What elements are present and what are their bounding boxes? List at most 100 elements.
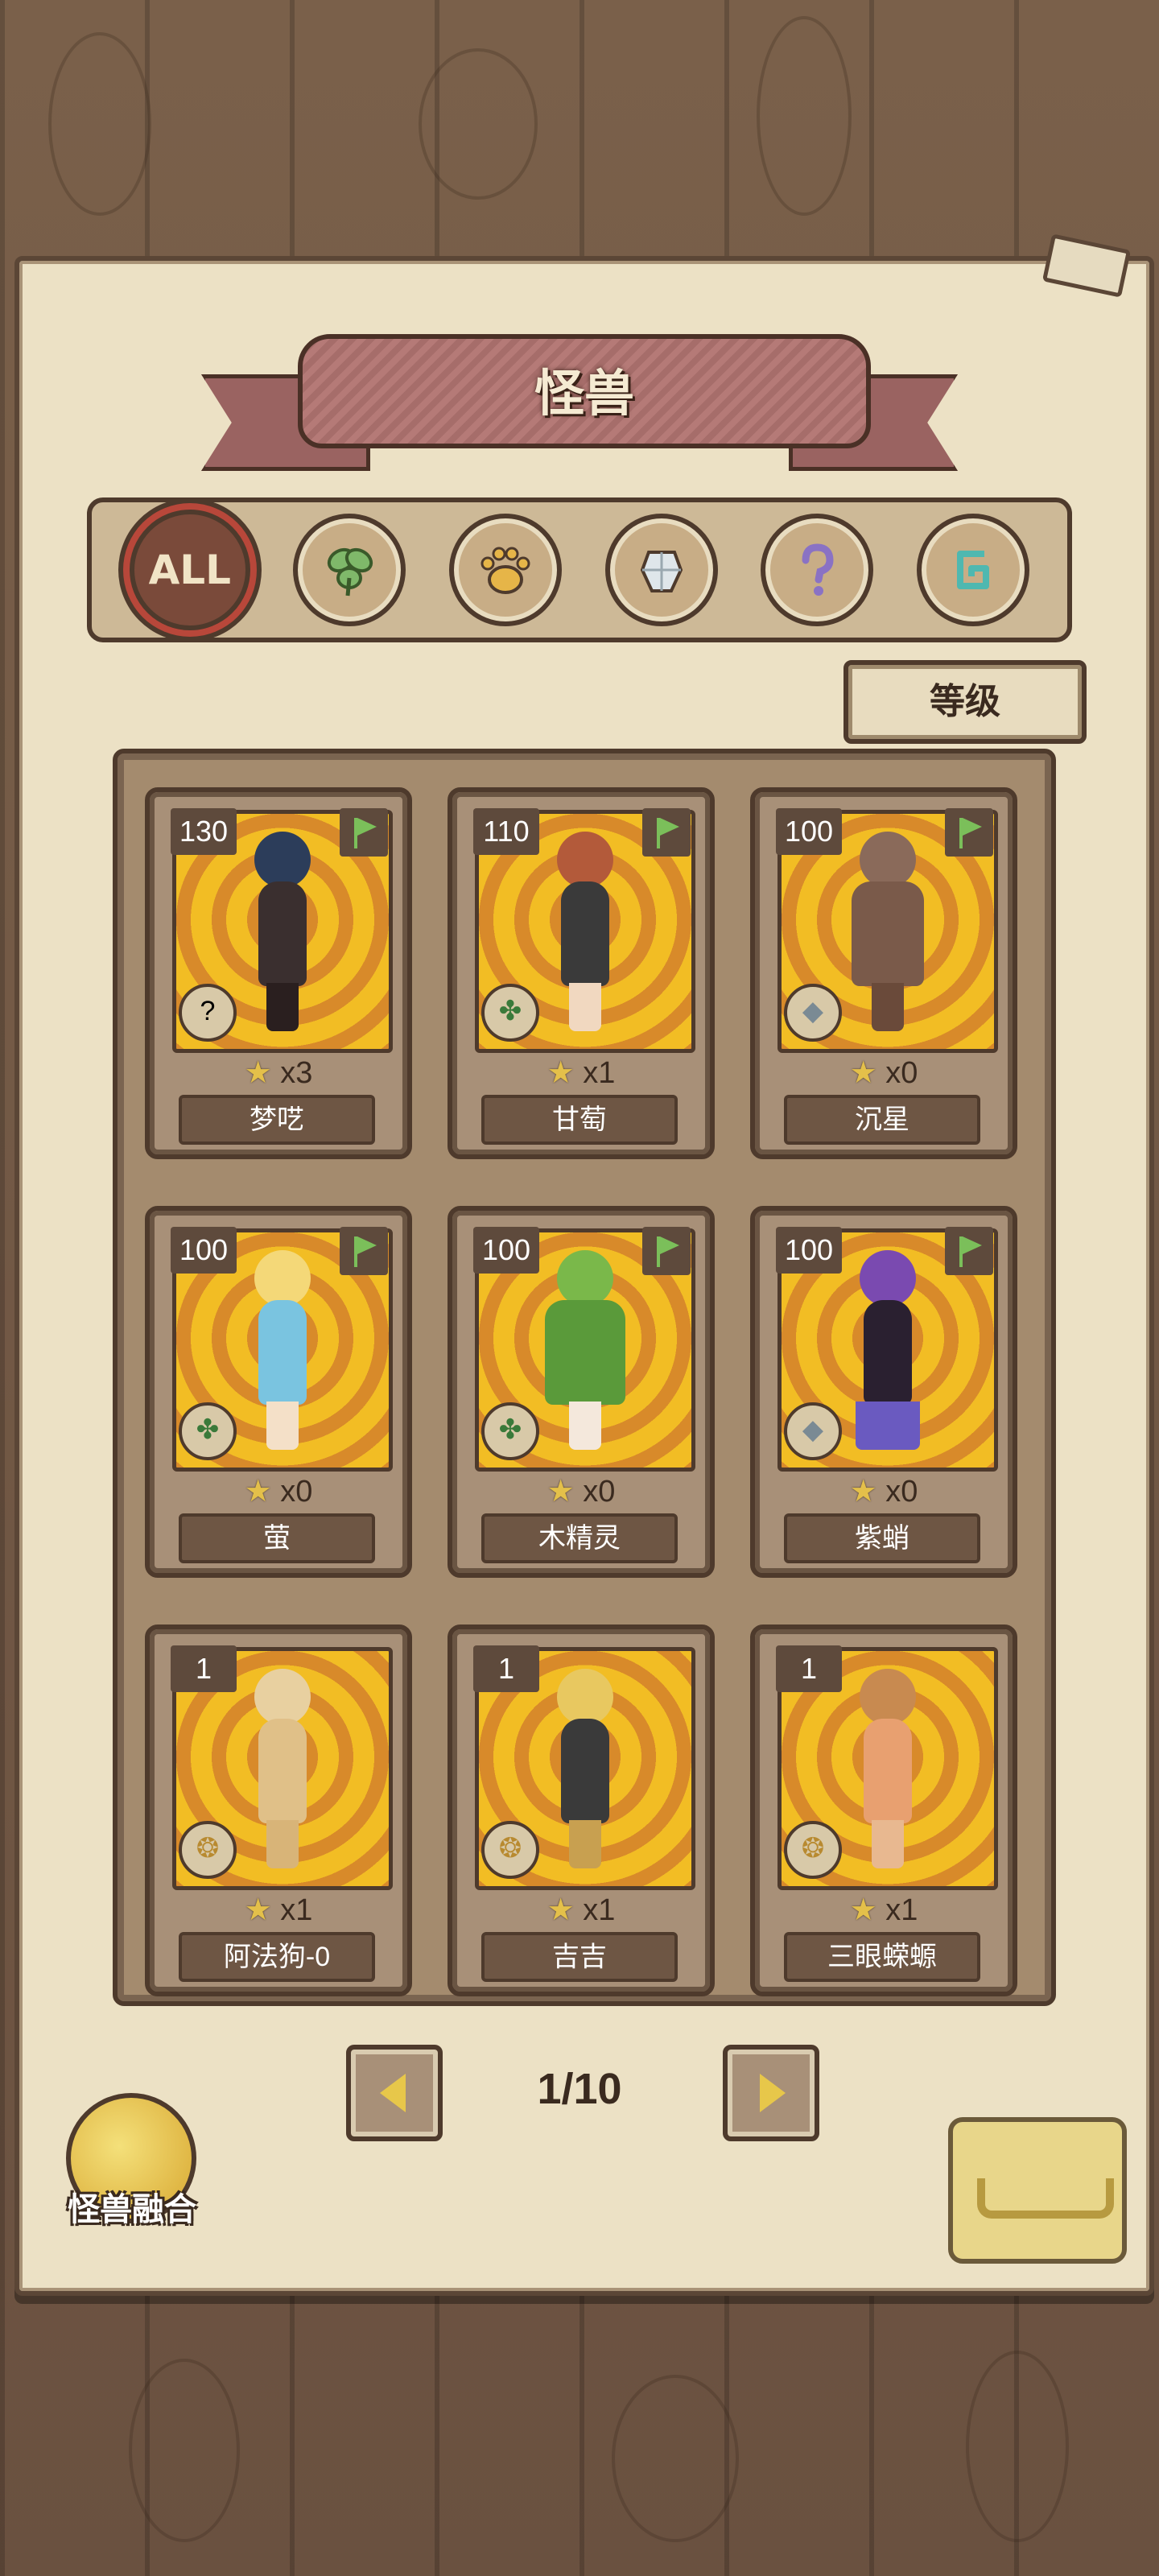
star-count-value: x3 (280, 1056, 313, 1090)
monster-name: 三眼蝾螈 (784, 1932, 980, 1982)
star-icon: ★ (547, 1893, 575, 1927)
monster-name: 吉吉 (481, 1932, 678, 1982)
leaf-icon (328, 547, 373, 597)
arrow-left-icon (380, 2074, 406, 2112)
next-page-button[interactable] (723, 2045, 819, 2141)
star-count: ★ x1 (755, 1892, 1013, 1928)
figure-body (545, 1300, 625, 1405)
figure-legs (569, 1402, 601, 1450)
page-title: 怪兽 (534, 366, 634, 422)
prev-page-button[interactable] (346, 2045, 443, 2141)
filter-mineral-button[interactable] (604, 514, 718, 626)
spiral-icon (957, 551, 990, 589)
arrow-right-icon (760, 2074, 786, 2112)
monster-name: 沉星 (784, 1095, 980, 1145)
star-count-value: x1 (583, 1056, 616, 1090)
figure-body (864, 1719, 912, 1823)
star-count: ★ x0 (150, 1473, 407, 1509)
filter-plant-button[interactable] (293, 514, 406, 626)
figure-head (557, 1669, 613, 1725)
flag-icon (642, 808, 691, 857)
monster-card[interactable]: 100 ◆ ★ x0 紫蛸 (750, 1206, 1017, 1578)
figure-body (258, 881, 307, 986)
figure-head (254, 1669, 311, 1725)
fusion-label: 怪兽融合 (68, 2192, 196, 2227)
level-badge: 1 (473, 1645, 539, 1692)
monster-figure (537, 832, 633, 1033)
monster-figure (234, 1669, 331, 1870)
star-count: ★ x1 (452, 1892, 710, 1928)
figure-head (557, 1250, 613, 1307)
page-indicator: 1/10 (537, 2065, 622, 2113)
figure-body (561, 881, 609, 986)
star-count: ★ x0 (755, 1473, 1013, 1509)
back-button[interactable] (948, 2117, 1127, 2270)
filter-beast-button[interactable] (449, 514, 563, 626)
figure-legs (569, 1820, 601, 1868)
monster-card[interactable]: 1 ❂ ★ x1 阿法狗-0 (145, 1624, 412, 1996)
monster-figure (234, 832, 331, 1033)
figure-head (860, 832, 916, 888)
star-icon: ★ (547, 1475, 575, 1509)
star-count: ★ x1 (150, 1892, 407, 1928)
monster-name: 紫蛸 (784, 1513, 980, 1563)
figure-legs (266, 983, 299, 1031)
wood-knot (966, 2351, 1069, 2542)
figure-legs (266, 1402, 299, 1450)
monster-name: 梦呓 (179, 1095, 375, 1145)
star-count-value: x1 (583, 1893, 616, 1927)
monster-figure (839, 1250, 936, 1451)
monster-figure (839, 832, 936, 1033)
monster-name: 萤 (179, 1513, 375, 1563)
level-badge: 110 (473, 808, 539, 855)
wood-knot (129, 2359, 240, 2542)
level-badge: 100 (473, 1227, 539, 1274)
figure-legs (872, 1820, 904, 1868)
filter-special-button[interactable] (917, 514, 1030, 626)
figure-head (254, 1250, 311, 1307)
flag-icon (340, 1227, 388, 1275)
star-count-value: x0 (583, 1475, 616, 1509)
star-count-value: x1 (885, 1893, 918, 1927)
element-filter-bar: ALL (87, 497, 1072, 642)
flag-icon (945, 808, 993, 857)
star-count-value: x0 (885, 1056, 918, 1090)
figure-head (254, 832, 311, 888)
star-icon: ★ (849, 1056, 877, 1090)
paw-icon: ❂ (179, 1821, 237, 1879)
monster-card[interactable]: 100 ✤ ★ x0 萤 (145, 1206, 412, 1578)
star-count-value: x1 (280, 1893, 313, 1927)
star-count: ★ x1 (452, 1055, 710, 1091)
monster-fusion-button[interactable]: 怪兽融合 (52, 2085, 212, 2246)
figure-legs (569, 983, 601, 1031)
monster-name: 阿法狗-0 (179, 1932, 375, 1982)
star-count-value: x0 (885, 1475, 918, 1509)
star-icon: ★ (244, 1475, 272, 1509)
wood-knot (48, 32, 151, 216)
monster-card[interactable]: 1 ❂ ★ x1 吉吉 (448, 1624, 715, 1996)
level-badge: 100 (776, 1227, 842, 1274)
paw-icon: ❂ (481, 1821, 539, 1879)
sort-by-level-button[interactable]: 等级 (843, 660, 1087, 744)
star-count: ★ x3 (150, 1055, 407, 1091)
monster-card[interactable]: 1 ❂ ★ x1 三眼蝾螈 (750, 1624, 1017, 1996)
filter-all-label: ALL (148, 547, 232, 593)
monster-card[interactable]: 100 ◆ ★ x0 沉星 (750, 787, 1017, 1159)
level-badge: 1 (171, 1645, 237, 1692)
level-badge: 100 (171, 1227, 237, 1274)
figure-body (561, 1719, 609, 1823)
paw-icon: ❂ (784, 1821, 842, 1879)
flag-icon (642, 1227, 691, 1275)
star-count: ★ x0 (452, 1473, 710, 1509)
monster-figure (234, 1250, 331, 1451)
monster-card[interactable]: 100 ✤ ★ x0 木精灵 (448, 1206, 715, 1578)
level-badge: 1 (776, 1645, 842, 1692)
figure-body (864, 1300, 912, 1405)
star-icon: ★ (547, 1056, 575, 1090)
monster-card[interactable]: 130 ? ★ x3 梦呓 (145, 787, 412, 1159)
flag-icon (945, 1227, 993, 1275)
level-badge: 100 (776, 808, 842, 855)
filter-all-button[interactable]: ALL (129, 510, 250, 630)
monster-card[interactable]: 110 ✤ ★ x1 甘萄 (448, 787, 715, 1159)
filter-unknown-button[interactable] (761, 514, 874, 626)
